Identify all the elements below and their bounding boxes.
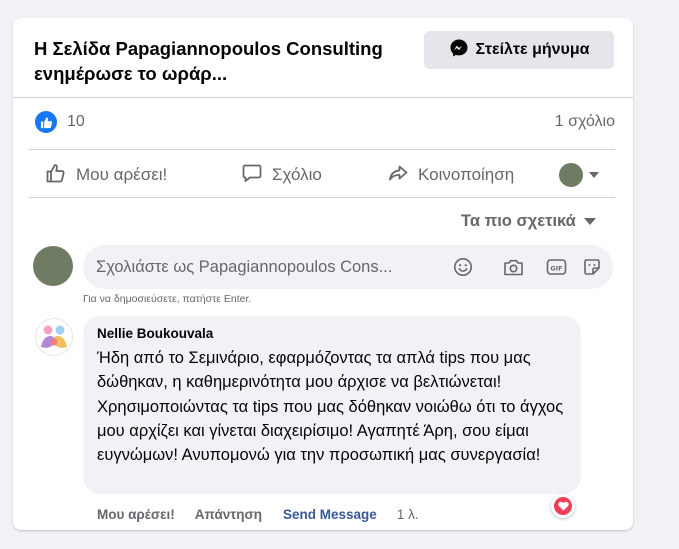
caret-down-icon	[583, 212, 596, 231]
commenter-avatar[interactable]	[35, 318, 73, 356]
sticker-icon[interactable]	[581, 256, 603, 278]
share-button[interactable]: Κοινοποίηση	[387, 158, 514, 192]
send-message-button[interactable]: Στείλτε μήνυμα	[424, 31, 614, 69]
comment-like-link[interactable]: Μου αρέσει!	[97, 507, 175, 522]
composer-avatar	[33, 246, 73, 286]
love-reaction-icon[interactable]	[551, 494, 575, 518]
post-header: Η Σελίδα Papagiannopoulos Consulting ενη…	[13, 18, 633, 98]
comment-author[interactable]: Nellie Boukouvala	[97, 326, 213, 341]
like-label: Μου αρέσει!	[76, 165, 168, 184]
comment-text: Ήδη από το Σεμινάριο, εφαρμόζοντας τα απ…	[97, 349, 564, 465]
post-card: Η Σελίδα Papagiannopoulos Consulting ενη…	[13, 18, 633, 530]
comment-composer: GIF	[83, 245, 613, 289]
composer-hint: Για να δημοσιεύσετε, πατήστε Enter.	[83, 293, 252, 305]
messenger-icon	[449, 38, 469, 63]
share-icon	[387, 162, 409, 189]
comment-button[interactable]: Σχόλιο	[241, 158, 322, 192]
comment-label: Σχόλιο	[272, 165, 322, 184]
emoji-icon[interactable]	[452, 256, 474, 278]
comment-actions: Μου αρέσει! Απάντηση Send Message 1 λ.	[97, 507, 419, 522]
like-count[interactable]: 10	[67, 113, 85, 131]
post-actions: Μου αρέσει! Σχόλιο Κοινοποίηση	[29, 149, 615, 198]
like-button[interactable]: Μου αρέσει!	[45, 158, 167, 192]
caret-down-icon	[589, 166, 599, 184]
like-reaction-icon[interactable]	[35, 111, 57, 133]
comment-count[interactable]: 1 σχόλιο	[555, 113, 615, 131]
send-message-label: Στείλτε μήνυμα	[475, 41, 590, 58]
comment-bubble: Nellie Boukouvala Ήδη από το Σεμινάριο, …	[83, 316, 581, 494]
identity-selector[interactable]	[559, 163, 599, 187]
thumbs-up-icon	[45, 162, 67, 189]
comment-input[interactable]	[83, 245, 443, 289]
comment-sort-label: Τα πιο σχετικά	[461, 212, 576, 230]
comment-sort-dropdown[interactable]: Τα πιο σχετικά	[461, 212, 596, 231]
page-avatar	[559, 163, 583, 187]
comment-send-message-link[interactable]: Send Message	[283, 507, 377, 522]
svg-text:GIF: GIF	[550, 265, 562, 273]
comment-timestamp[interactable]: 1 λ.	[397, 507, 419, 522]
share-label: Κοινοποίηση	[418, 165, 515, 184]
comment-reply-link[interactable]: Απάντηση	[195, 507, 262, 522]
camera-icon[interactable]	[502, 256, 524, 278]
post-title[interactable]: Η Σελίδα Papagiannopoulos Consulting ενη…	[34, 36, 414, 86]
comment-icon	[241, 162, 263, 189]
gif-icon[interactable]: GIF	[545, 256, 567, 278]
post-stats: 10 1 σχόλιο	[35, 108, 615, 138]
